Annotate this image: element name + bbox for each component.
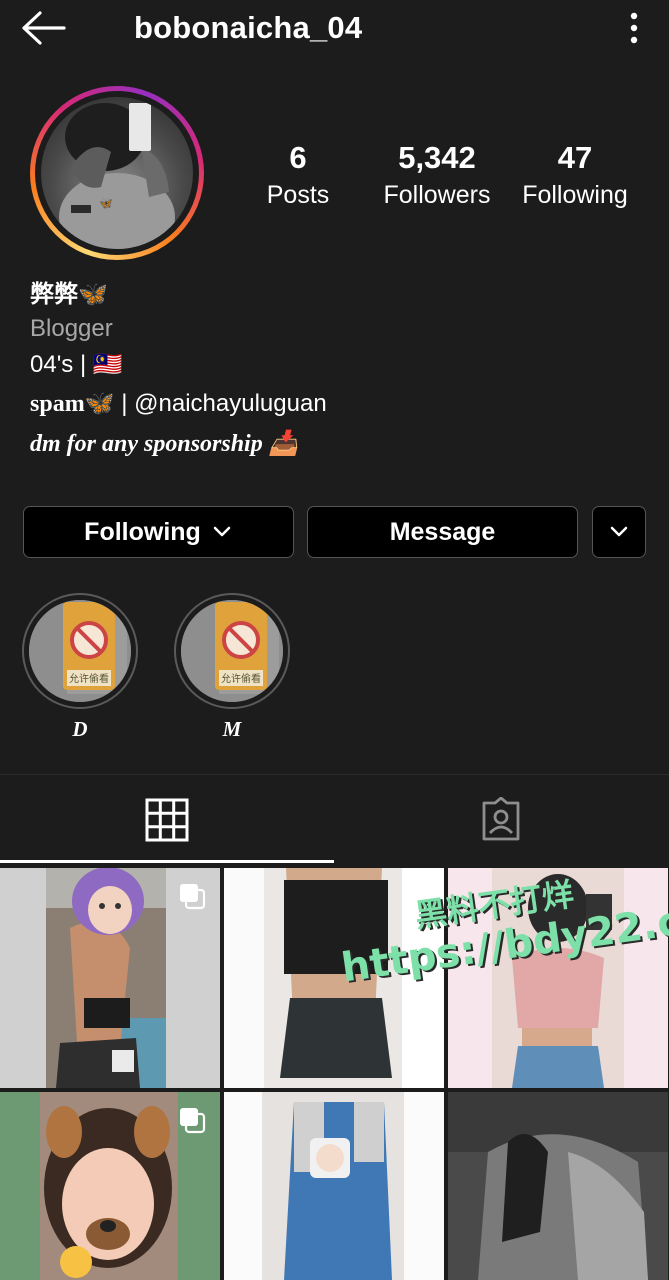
followers-value: 5,342 — [398, 140, 476, 175]
highlight-cover: 允许偷看 — [29, 600, 131, 702]
profile-category: Blogger — [30, 315, 113, 342]
chevron-down-icon — [213, 526, 231, 537]
profile-username: bobonaicha_04 — [134, 10, 363, 45]
followers-label: Followers — [383, 181, 491, 209]
spam-separator: | — [114, 390, 135, 417]
butterfly-emoji-icon: 🦋 — [78, 281, 108, 308]
divider — [0, 774, 669, 775]
malaysia-flag-icon: 🇲🇾 — [92, 351, 123, 378]
story-highlight-d[interactable]: 允许偷看 — [22, 593, 138, 709]
bio-age-line: 04's | 🇲🇾 — [30, 349, 123, 381]
display-name-text: 弊弊 — [30, 281, 78, 308]
suggested-accounts-button[interactable] — [592, 506, 646, 558]
bio-spam-line: spam🦋 | @naichayuluguan — [30, 388, 327, 420]
spam-account-link[interactable]: @naichayuluguan — [134, 390, 327, 417]
post-thumbnail[interactable] — [0, 1092, 220, 1280]
message-button-label: Message — [389, 517, 496, 546]
back-button[interactable] — [18, 8, 70, 48]
highlight-sticker-text: 允许偷看 — [69, 672, 109, 685]
grid-icon — [145, 798, 189, 842]
post-thumbnail[interactable] — [0, 868, 220, 1088]
avatar-ring-gap: 🦋 — [35, 91, 199, 255]
following-button-label: Following — [84, 517, 201, 546]
profile-display-name: 弊弊🦋 — [30, 279, 108, 311]
posts-count[interactable]: 6 Posts — [228, 138, 368, 212]
butterfly-emoji-icon: 🦋 — [84, 390, 115, 417]
avatar-photo: 🦋 — [41, 97, 193, 249]
story-highlight-m[interactable]: 允许偷看 — [174, 593, 290, 709]
multiple-photos-icon — [180, 1108, 206, 1134]
following-button[interactable]: Following — [23, 506, 294, 558]
highlight-sticker-text: 允许偷看 — [221, 672, 261, 685]
more-options-button[interactable] — [618, 8, 650, 48]
chevron-down-icon — [610, 526, 628, 537]
age-text: 04's | — [30, 351, 87, 378]
posts-value: 6 — [289, 140, 307, 175]
following-label: Following — [522, 181, 628, 209]
following-count[interactable]: 47 Following — [505, 138, 645, 212]
tab-tagged[interactable] — [334, 776, 668, 864]
inbox-tray-emoji-icon: 📥 — [268, 431, 299, 457]
more-vertical-icon — [630, 12, 638, 44]
multiple-photos-icon — [180, 884, 206, 910]
avatar[interactable]: 🦋 — [30, 86, 204, 260]
svg-text:🦋: 🦋 — [99, 198, 113, 210]
posts-label: Posts — [266, 181, 330, 209]
bio-dm-line: dm for any sponsorship 📥 — [30, 428, 299, 460]
highlight-cover: 允许偷看 — [181, 600, 283, 702]
tagged-icon — [482, 797, 520, 841]
highlight-label: M — [222, 717, 242, 741]
followers-count[interactable]: 5,342 Followers — [367, 138, 507, 212]
message-button[interactable]: Message — [307, 506, 578, 558]
following-value: 47 — [557, 140, 593, 175]
top-bar: bobonaicha_04 — [0, 0, 669, 60]
spam-label: spam — [30, 391, 85, 417]
dm-text: dm for any sponsorship — [30, 431, 263, 457]
tab-posts-grid[interactable] — [0, 776, 334, 864]
active-tab-indicator — [0, 860, 334, 863]
back-arrow-icon — [22, 11, 66, 45]
highlight-label: D — [72, 717, 88, 741]
post-thumbnail[interactable] — [448, 1092, 668, 1280]
post-thumbnail[interactable] — [224, 1092, 444, 1280]
